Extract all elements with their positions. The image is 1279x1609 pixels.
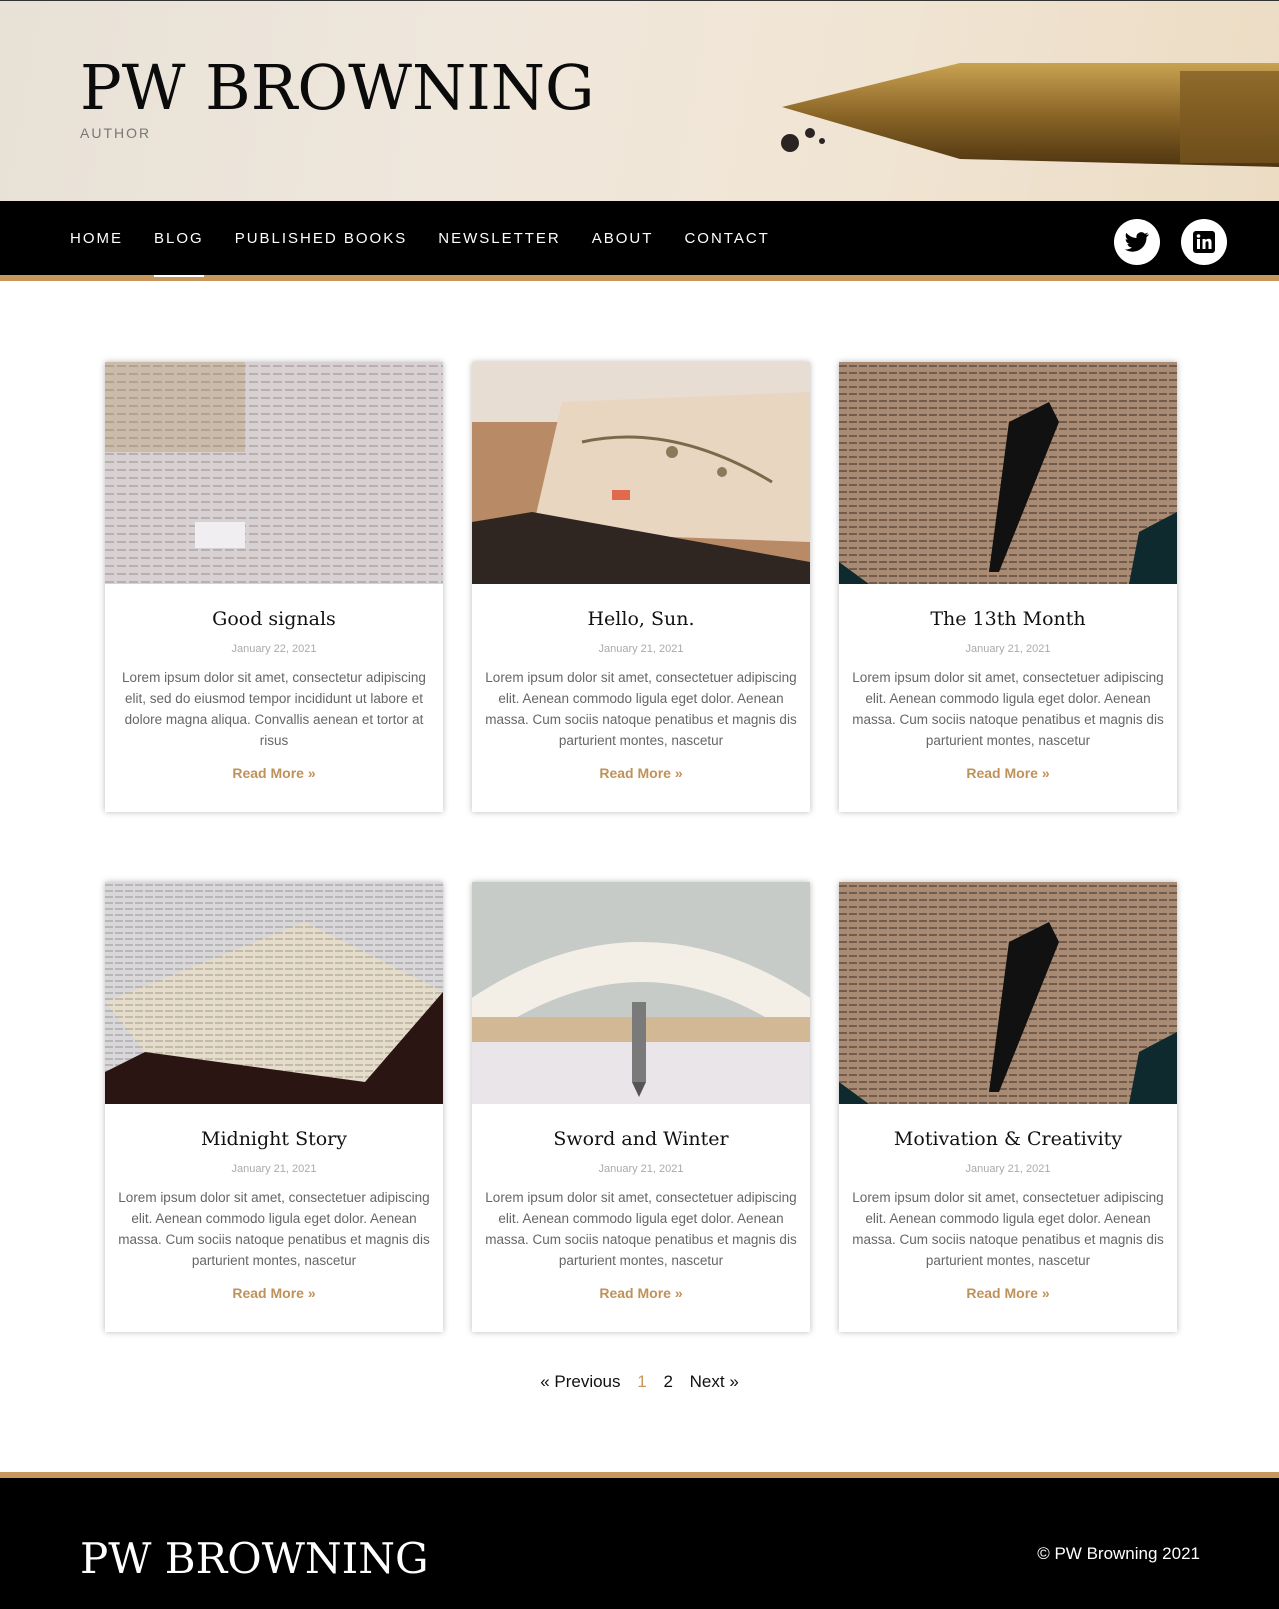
post-excerpt: Lorem ipsum dolor sit amet, consectetuer… [485, 1190, 797, 1268]
post-date: January 22, 2021 [231, 643, 317, 655]
nav-item-about[interactable]: ABOUT [592, 222, 654, 255]
main-nav: HOME BLOG PUBLISHED BOOKS NEWSLETTER ABO… [0, 201, 1279, 281]
post-title[interactable]: The 13th Month [839, 608, 1177, 630]
nav-item-newsletter[interactable]: NEWSLETTER [438, 222, 561, 255]
post-date: January 21, 2021 [598, 1163, 684, 1175]
post-excerpt: Lorem ipsum dolor sit amet, consectetuer… [852, 670, 1164, 748]
post-card: The 13th Month January 21, 2021 Lorem ip… [839, 362, 1177, 812]
old-book-image[interactable] [105, 882, 443, 1104]
site-title[interactable]: PW BROWNING [80, 57, 594, 119]
site-footer: PW BROWNING © PW Browning 2021 [0, 1472, 1279, 1609]
post-title[interactable]: Sword and Winter [472, 1128, 810, 1150]
post-card: Motivation & Creativity January 21, 2021… [839, 882, 1177, 1332]
page-link[interactable]: 2 [663, 1372, 672, 1391]
paper-texture-image[interactable] [105, 362, 443, 584]
book-pen-image[interactable] [839, 362, 1177, 584]
nav-item-home[interactable]: HOME [70, 222, 123, 255]
post-date: January 21, 2021 [965, 1163, 1051, 1175]
post-title[interactable]: Hello, Sun. [472, 608, 810, 630]
read-more-link[interactable]: Read More » [966, 1285, 1049, 1301]
post-excerpt: Lorem ipsum dolor sit amet, consectetuer… [852, 1190, 1164, 1268]
fountain-pen-illustration [781, 63, 1279, 167]
page-link-current: 1 [637, 1372, 647, 1391]
post-date: January 21, 2021 [965, 643, 1051, 655]
footer-title: PW BROWNING [80, 1534, 429, 1583]
nav-item-contact[interactable]: CONTACT [684, 222, 769, 255]
linkedin-icon [1193, 231, 1215, 253]
nav-item-published-books[interactable]: PUBLISHED BOOKS [235, 222, 408, 255]
post-excerpt: Lorem ipsum dolor sit amet, consectetur … [122, 670, 426, 748]
post-card: Good signals January 22, 2021 Lorem ipsu… [105, 362, 443, 812]
twitter-icon [1125, 232, 1149, 252]
post-card: Sword and Winter January 21, 2021 Lorem … [472, 882, 810, 1332]
read-more-link[interactable]: Read More » [599, 1285, 682, 1301]
post-card: Hello, Sun. January 21, 2021 Lorem ipsum… [472, 362, 810, 812]
book-flowers-image[interactable] [472, 362, 810, 584]
read-more-link[interactable]: Read More » [966, 765, 1049, 781]
previous-page-link[interactable]: « Previous [540, 1372, 620, 1391]
post-title[interactable]: Midnight Story [105, 1128, 443, 1150]
read-more-link[interactable]: Read More » [232, 765, 315, 781]
twitter-button[interactable] [1114, 219, 1160, 265]
post-date: January 21, 2021 [231, 1163, 317, 1175]
post-excerpt: Lorem ipsum dolor sit amet, consectetuer… [118, 1190, 430, 1268]
site-header: PW BROWNING AUTHOR [0, 0, 1279, 201]
site-subtitle: AUTHOR [80, 125, 152, 141]
next-page-link[interactable]: Next » [690, 1372, 739, 1391]
post-title[interactable]: Motivation & Creativity [839, 1128, 1177, 1150]
post-excerpt: Lorem ipsum dolor sit amet, consectetuer… [485, 670, 797, 748]
post-date: January 21, 2021 [598, 643, 684, 655]
nav-item-blog[interactable]: BLOG [154, 222, 204, 277]
read-more-link[interactable]: Read More » [599, 765, 682, 781]
pagination: « Previous 1 2 Next » [0, 1372, 1279, 1392]
read-more-link[interactable]: Read More » [232, 1285, 315, 1301]
book-pen-image[interactable] [839, 882, 1177, 1104]
post-card: Midnight Story January 21, 2021 Lorem ip… [105, 882, 443, 1332]
linkedin-button[interactable] [1181, 219, 1227, 265]
post-title[interactable]: Good signals [105, 608, 443, 630]
book-fan-pen-image[interactable] [472, 882, 810, 1104]
copyright-text: © PW Browning 2021 [1037, 1544, 1200, 1563]
